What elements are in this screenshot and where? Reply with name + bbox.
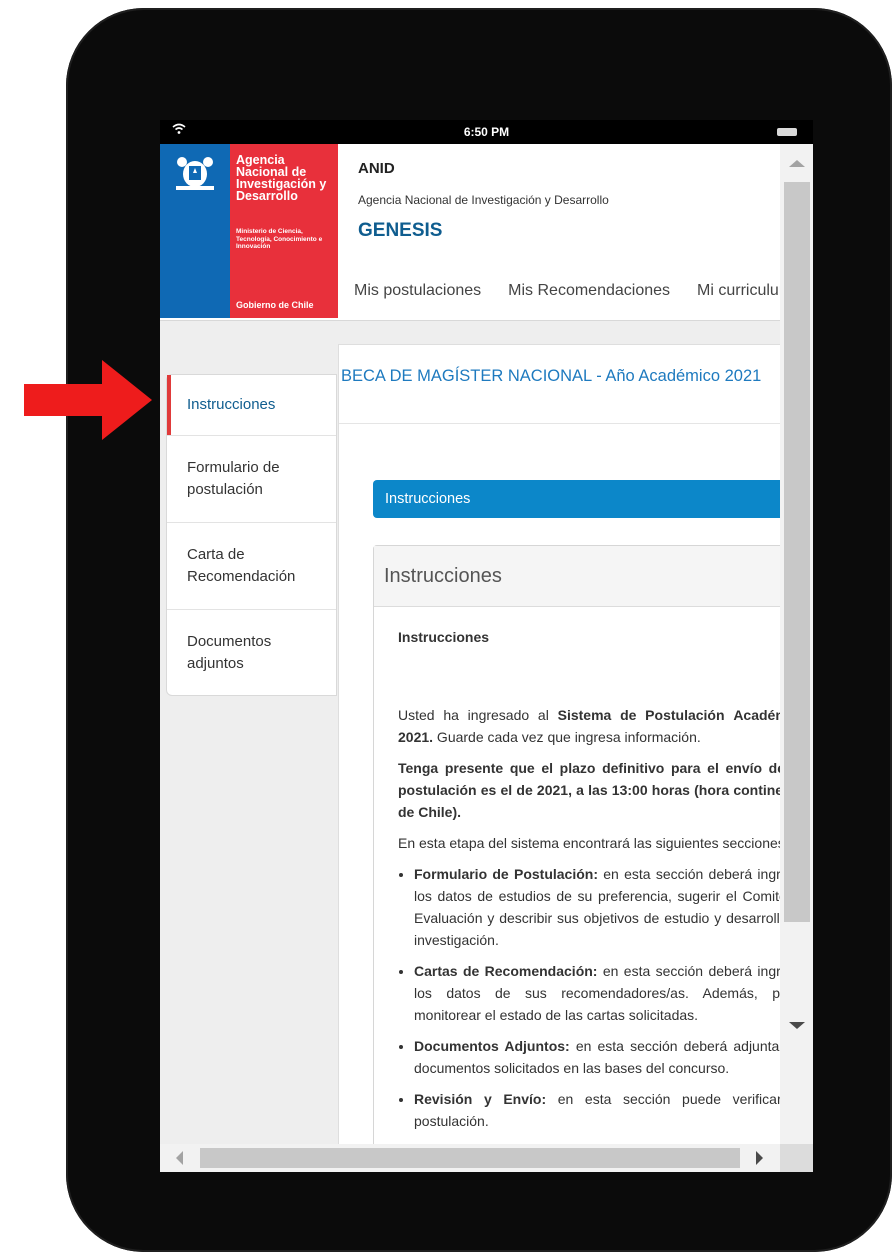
- battery-icon: [777, 128, 797, 136]
- horizontal-scroll-thumb[interactable]: [200, 1148, 740, 1168]
- sections-intro: En esta etapa del sistema encontrará las…: [398, 835, 780, 851]
- intro-paragraph: Usted ha ingresado al Sistema de Postula…: [398, 704, 780, 748]
- red-arrow-icon: [24, 360, 152, 440]
- sidebar-item-documentos[interactable]: Documentos adjuntos: [167, 609, 336, 695]
- sidebar-item-formulario[interactable]: Formulario de postulación: [167, 435, 336, 522]
- vertical-scrollbar[interactable]: [780, 144, 813, 1144]
- list-item-title: Formulario de Postulación:: [414, 866, 598, 882]
- scroll-left-icon[interactable]: [176, 1151, 183, 1165]
- list-item-title: Documentos Adjuntos:: [414, 1038, 570, 1054]
- intro-bold: Sistema de Postulación: [557, 707, 725, 723]
- main-content: BECA DE MAGÍSTER NACIONAL - Año Académic…: [338, 344, 780, 1144]
- logo-agency-name: Agencia Nacional de Investigación y Desa…: [236, 153, 327, 203]
- app-name: GENESIS: [358, 220, 443, 241]
- panel-title: Instrucciones: [374, 546, 780, 607]
- nav-mis-postulaciones[interactable]: Mis postulaciones: [354, 282, 481, 299]
- logo-blue-panel: [160, 144, 230, 318]
- horizontal-scrollbar[interactable]: [160, 1144, 780, 1172]
- logo-ministry: Ministerio de Ciencia, Tecnología, Conoc…: [236, 228, 323, 250]
- tab-instrucciones[interactable]: Instrucciones: [373, 480, 780, 518]
- header-title: ANID: [358, 160, 395, 177]
- page-title: BECA DE MAGÍSTER NACIONAL - Año Académic…: [341, 367, 762, 385]
- instructions-panel: Instrucciones Instrucciones Usted ha ing…: [373, 545, 780, 1144]
- vertical-scroll-thumb[interactable]: [784, 182, 810, 922]
- top-nav: Mis postulaciones Mis Recomendaciones Mi c…: [354, 282, 780, 300]
- scrollbar-corner: [780, 1144, 813, 1172]
- sidebar-item-label: Carta de Recomendación: [187, 546, 296, 585]
- sidebar-item-label: Formulario de postulación: [187, 459, 280, 498]
- status-time: 6:50 PM: [463, 125, 510, 139]
- list-item: Documentos Adjuntos: en esta sección deb…: [414, 1035, 780, 1079]
- title-divider: [339, 423, 780, 424]
- sections-list: Formulario de Postulación: en esta secci…: [398, 863, 780, 1132]
- site-header: Agencia Nacional de Investigación y Desa…: [160, 144, 780, 321]
- list-item: Formulario de Postulación: en esta secci…: [414, 863, 780, 951]
- body-heading: Instrucciones: [398, 629, 490, 645]
- page-viewport: Agencia Nacional de Investigación y Desa…: [160, 144, 780, 1144]
- list-item-title: Revisión y Envío:: [414, 1091, 547, 1107]
- scroll-right-icon[interactable]: [756, 1151, 763, 1165]
- header-subtitle: Agencia Nacional de Investigación y Desa…: [358, 193, 609, 207]
- list-item-title: Cartas de Recomendación:: [414, 963, 598, 979]
- anid-logo[interactable]: Agencia Nacional de Investigación y Desa…: [160, 144, 338, 318]
- list-item: Cartas de Recomendación: en esta sección…: [414, 960, 780, 1026]
- logo-red-panel: Agencia Nacional de Investigación y Desa…: [230, 144, 338, 318]
- browser-screen: 6:50 PM Agencia Nacional de Investigació…: [160, 120, 813, 1172]
- intro-text: Usted ha ingresado al: [398, 707, 558, 723]
- intro-space: [725, 707, 734, 723]
- logo-gov: Gobierno de Chile: [236, 300, 314, 310]
- scroll-down-icon[interactable]: [789, 1022, 805, 1029]
- nav-mi-curriculum[interactable]: Mi curriculum: [697, 282, 780, 299]
- panel-body: Instrucciones Usted ha ingresado al Sist…: [398, 626, 780, 1141]
- intro-text-tail: Guarde cada vez que ingresa información.: [433, 729, 701, 745]
- list-item: Revisión y Envío: en esta sección puede …: [414, 1088, 780, 1132]
- chile-coat-of-arms-icon: [176, 157, 214, 190]
- sidebar-item-label: Documentos adjuntos: [187, 632, 272, 672]
- sidebar-item-label: Instrucciones: [187, 396, 276, 413]
- deadline-paragraph: Tenga presente que el plazo definitivo p…: [398, 760, 780, 820]
- status-bar: 6:50 PM: [160, 120, 813, 144]
- section-sidebar: Instrucciones Formulario de postulación …: [166, 374, 337, 696]
- nav-mis-recomendaciones[interactable]: Mis Recomendaciones: [508, 282, 670, 299]
- sidebar-item-carta[interactable]: Carta de Recomendación: [167, 522, 336, 609]
- scroll-up-icon[interactable]: [789, 160, 805, 167]
- sidebar-item-instrucciones[interactable]: Instrucciones: [167, 375, 336, 435]
